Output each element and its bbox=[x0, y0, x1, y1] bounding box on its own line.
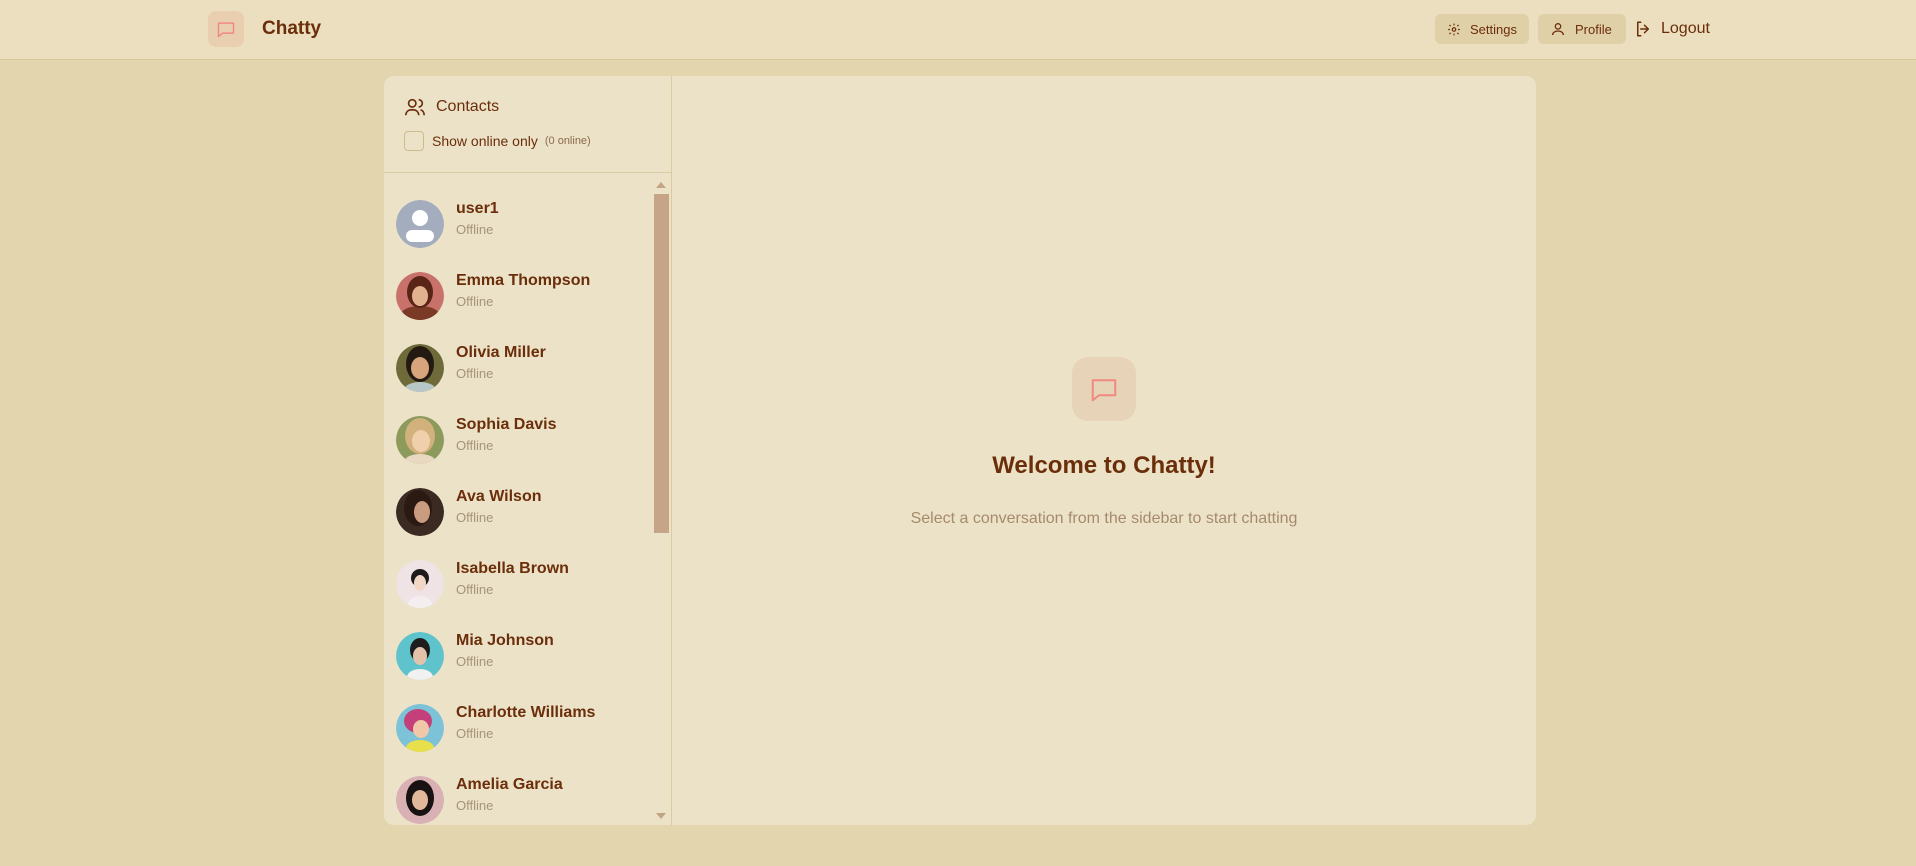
scroll-up-arrow-icon[interactable] bbox=[656, 182, 666, 188]
contact-item[interactable]: Olivia Miller Offline bbox=[384, 332, 654, 404]
top-navbar: Chatty Settings Profile Logout bbox=[0, 0, 1916, 60]
logout-label: Logout bbox=[1661, 20, 1710, 37]
chat-container: Contacts Show online only (0 online) use… bbox=[384, 76, 1536, 825]
contact-status: Offline bbox=[456, 798, 494, 813]
photo-avatar bbox=[396, 488, 444, 536]
photo-avatar bbox=[396, 560, 444, 608]
contact-name: Mia Johnson bbox=[456, 632, 554, 649]
scroll-thumb[interactable] bbox=[654, 194, 669, 533]
show-online-checkbox[interactable] bbox=[404, 131, 424, 151]
contact-item[interactable]: user1 Offline bbox=[384, 188, 654, 260]
contact-status: Offline bbox=[456, 582, 494, 597]
photo-avatar bbox=[396, 344, 444, 392]
contact-item[interactable]: Mia Johnson Offline bbox=[384, 620, 654, 692]
contact-status: Offline bbox=[456, 294, 494, 309]
contact-status: Offline bbox=[456, 654, 494, 669]
default-avatar bbox=[396, 200, 444, 248]
contact-item[interactable]: Emma Thompson Offline bbox=[384, 260, 654, 332]
welcome-title: Welcome to Chatty! bbox=[992, 452, 1216, 479]
photo-avatar bbox=[396, 632, 444, 680]
contact-status: Offline bbox=[456, 510, 494, 525]
contact-item[interactable]: Isabella Brown Offline bbox=[384, 548, 654, 620]
welcome-panel: Welcome to Chatty! Select a conversation… bbox=[672, 76, 1536, 825]
contacts-heading: Contacts bbox=[436, 98, 500, 115]
online-filter: Show online only (0 online) bbox=[404, 131, 591, 151]
users-icon bbox=[405, 98, 425, 116]
scroll-down-arrow-icon[interactable] bbox=[656, 813, 666, 819]
logout-icon bbox=[1637, 21, 1649, 37]
profile-button[interactable]: Profile bbox=[1538, 14, 1626, 44]
contacts-sidebar: Contacts Show online only (0 online) use… bbox=[384, 76, 672, 825]
welcome-subtitle: Select a conversation from the sidebar t… bbox=[910, 510, 1298, 527]
contact-name: user1 bbox=[456, 200, 499, 217]
contact-item[interactable]: Ava Wilson Offline bbox=[384, 476, 654, 548]
chat-bubble-icon bbox=[1072, 357, 1136, 421]
brand-link[interactable]: Chatty bbox=[208, 11, 321, 47]
brand-name: Chatty bbox=[262, 18, 322, 39]
photo-avatar bbox=[396, 776, 444, 824]
contact-name: Sophia Davis bbox=[456, 416, 557, 433]
sidebar-header: Contacts Show online only (0 online) bbox=[384, 76, 671, 173]
contact-status: Offline bbox=[456, 366, 494, 381]
profile-label: Profile bbox=[1575, 21, 1612, 37]
settings-button[interactable]: Settings bbox=[1435, 14, 1529, 44]
contact-name: Isabella Brown bbox=[456, 560, 569, 577]
contact-name: Amelia Garcia bbox=[456, 776, 563, 793]
photo-avatar bbox=[396, 272, 444, 320]
contact-item[interactable]: Sophia Davis Offline bbox=[384, 404, 654, 476]
contact-name: Olivia Miller bbox=[456, 344, 546, 361]
contact-name: Emma Thompson bbox=[456, 272, 591, 289]
photo-avatar bbox=[396, 704, 444, 752]
sidebar-title: Contacts bbox=[404, 96, 499, 118]
contact-name: Charlotte Williams bbox=[456, 704, 596, 721]
gear-icon bbox=[1448, 23, 1460, 35]
contact-item[interactable]: Charlotte Williams Offline bbox=[384, 692, 654, 764]
logout-button[interactable]: Logout bbox=[1634, 14, 1710, 44]
chat-bubble-icon bbox=[208, 11, 244, 47]
photo-avatar bbox=[396, 416, 444, 464]
contact-status: Offline bbox=[456, 438, 494, 453]
contacts-scrollbar[interactable] bbox=[652, 174, 671, 825]
show-online-label[interactable]: Show online only bbox=[432, 133, 538, 149]
contact-item[interactable]: Amelia Garcia Offline bbox=[384, 764, 654, 825]
user-icon bbox=[1552, 23, 1564, 36]
contact-status: Offline bbox=[456, 726, 494, 741]
contact-name: Ava Wilson bbox=[456, 488, 542, 505]
contacts-list: user1 Offline Emma Thompson Offline Oliv… bbox=[384, 174, 654, 825]
online-count: (0 online) bbox=[544, 135, 591, 147]
settings-label: Settings bbox=[1470, 21, 1517, 37]
contact-status: Offline bbox=[456, 222, 494, 237]
